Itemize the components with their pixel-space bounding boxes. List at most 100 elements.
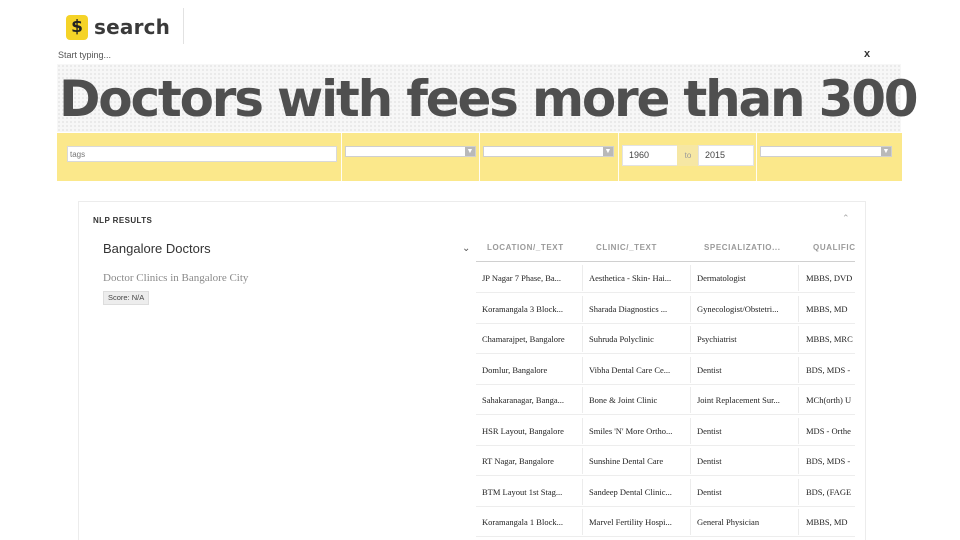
table-row[interactable]: HSR Layout, Bangalore Smiles 'N' More Ort… xyxy=(476,416,855,446)
table-cell: Vibha Dental Care Ce... xyxy=(589,364,671,375)
header-divider xyxy=(183,8,184,44)
column-divider xyxy=(690,326,691,352)
table-cell: MBBS, MD xyxy=(806,517,848,527)
table-cell: MBBS, DVD xyxy=(806,273,853,283)
column-divider xyxy=(690,387,691,413)
table-cell: BTM Layout 1st Stag... xyxy=(482,486,563,497)
column-divider xyxy=(798,356,799,383)
score-badge: Score: N/A xyxy=(103,291,150,305)
table-cell: Sunshine Dental Care xyxy=(589,456,664,466)
column-divider xyxy=(798,387,799,413)
column-header[interactable]: QUALIFIC xyxy=(813,234,855,262)
table-row[interactable]: Koramangala 1 Block... Marvel Fertility H… xyxy=(476,507,855,537)
filter-select-2[interactable]: ▼ xyxy=(483,146,614,157)
table-cell: General Physician xyxy=(697,517,760,527)
table-cell: Suhruda Polyclinic xyxy=(589,334,654,344)
filter-divider xyxy=(341,133,342,181)
column-divider xyxy=(798,265,799,291)
column-divider xyxy=(582,448,583,474)
filter-divider xyxy=(618,133,619,181)
table-cell: Bone & Joint Clinic xyxy=(589,395,658,405)
app-name: search xyxy=(94,15,171,39)
column-divider xyxy=(690,509,691,535)
table-row[interactable]: RT Nagar, Bangalore Sunshine Dental Care D… xyxy=(476,446,855,476)
column-divider xyxy=(798,326,799,352)
table-header: LOCATION/_TEXT CLINIC/_TEXT SPECIALIZATI… xyxy=(476,234,855,262)
table-cell: BDS, (FAGE xyxy=(806,486,852,497)
tags-input[interactable] xyxy=(67,146,337,162)
table-cell: JP Nagar 7 Phase, Ba... xyxy=(482,273,562,283)
column-divider xyxy=(582,326,583,352)
chevron-down-icon: ▼ xyxy=(603,147,613,156)
chevron-down-icon: ▼ xyxy=(881,147,891,156)
result-group-subtitle: Doctor Clinics in Bangalore City xyxy=(103,272,249,284)
table-cell: Dentist xyxy=(697,456,722,466)
results-section-label: NLP RESULTS xyxy=(93,216,153,225)
column-divider xyxy=(690,448,691,474)
table-cell: Chamarajpet, Bangalore xyxy=(482,334,565,344)
column-divider xyxy=(690,295,691,322)
table-cell: Domlur, Bangalore xyxy=(482,364,548,375)
column-divider xyxy=(582,509,583,535)
column-divider xyxy=(798,509,799,535)
table-cell: Dentist xyxy=(697,364,722,375)
column-divider xyxy=(798,295,799,322)
column-header[interactable]: LOCATION/_TEXT xyxy=(487,234,564,262)
table-cell: MBBS, MD xyxy=(806,303,848,314)
table-row[interactable]: Sahakaranagar, Banga... Bone & Joint Clin… xyxy=(476,385,855,415)
year-from-input[interactable]: 1960 xyxy=(622,145,678,166)
chevron-down-icon: ▼ xyxy=(465,147,475,156)
filter-divider xyxy=(756,133,757,181)
filter-select-3[interactable]: ▼ xyxy=(760,146,892,157)
table-cell: BDS, MDS - xyxy=(806,364,851,375)
table-cell: MDS - Orthe xyxy=(806,425,851,436)
column-divider xyxy=(690,356,691,383)
column-divider xyxy=(582,295,583,322)
table-row[interactable]: Koramangala 3 Block... Sharada Diagnostic… xyxy=(476,294,855,324)
column-divider xyxy=(798,417,799,444)
table-row[interactable]: Domlur, Bangalore Vibha Dental Care Ce...… xyxy=(476,355,855,385)
dollar-logo-icon: $ xyxy=(66,14,88,40)
table-cell: Marvel Fertility Hospi... xyxy=(589,517,672,527)
table-row[interactable]: BTM Layout 1st Stag... Sandeep Dental Cli… xyxy=(476,477,855,507)
result-group-title: Bangalore Doctors xyxy=(103,241,211,256)
table-cell: Dentist xyxy=(697,425,722,436)
column-divider xyxy=(582,478,583,505)
query-title[interactable]: Doctors with fees more than 300 xyxy=(59,68,919,130)
year-range-separator: to xyxy=(677,145,699,166)
table-cell: Sahakaranagar, Banga... xyxy=(482,395,565,405)
column-divider xyxy=(798,478,799,505)
column-header[interactable]: SPECIALIZATIO... xyxy=(704,234,781,262)
table-cell: Koramangala 3 Block... xyxy=(482,303,563,314)
table-cell: Gynecologist/Obstetri... xyxy=(697,303,779,314)
filter-select-1[interactable]: ▼ xyxy=(345,146,476,157)
close-icon[interactable]: x xyxy=(864,48,870,60)
table-cell: Sandeep Dental Clinic... xyxy=(589,486,672,497)
filter-divider xyxy=(479,133,480,181)
results-table: LOCATION/_TEXT CLINIC/_TEXT SPECIALIZATI… xyxy=(476,234,855,540)
year-to-input[interactable]: 2015 xyxy=(698,145,754,166)
column-divider xyxy=(582,356,583,383)
table-cell: RT Nagar, Bangalore xyxy=(482,456,554,466)
chevron-down-icon[interactable]: ⌄ xyxy=(462,243,470,254)
table-cell: BDS, MDS - xyxy=(806,456,851,466)
column-divider xyxy=(690,417,691,444)
table-cell: Smiles 'N' More Ortho... xyxy=(589,425,673,436)
column-header[interactable]: CLINIC/_TEXT xyxy=(596,234,657,262)
column-divider xyxy=(798,448,799,474)
table-cell: MBBS, MRC xyxy=(806,334,853,344)
table-cell: Koramangala 1 Block... xyxy=(482,517,563,527)
table-row[interactable]: Chamarajpet, Bangalore Suhruda Polyclinic… xyxy=(476,324,855,354)
app-logo[interactable]: $ search xyxy=(66,13,170,41)
typing-hint: Start typing... xyxy=(58,50,112,60)
chevron-up-icon[interactable]: ⌃ xyxy=(842,213,850,224)
table-cell: HSR Layout, Bangalore xyxy=(482,425,564,436)
table-row[interactable]: JP Nagar 7 Phase, Ba... Aesthetica - Skin… xyxy=(476,263,855,293)
table-cell: Sharada Diagnostics ... xyxy=(589,303,668,314)
table-cell: Aesthetica - Skin- Hai... xyxy=(589,273,672,283)
table-cell: Joint Replacement Sur... xyxy=(697,395,780,405)
table-cell: MCh(orth) U xyxy=(806,395,852,405)
column-divider xyxy=(582,265,583,291)
column-divider xyxy=(582,387,583,413)
column-divider xyxy=(690,265,691,291)
